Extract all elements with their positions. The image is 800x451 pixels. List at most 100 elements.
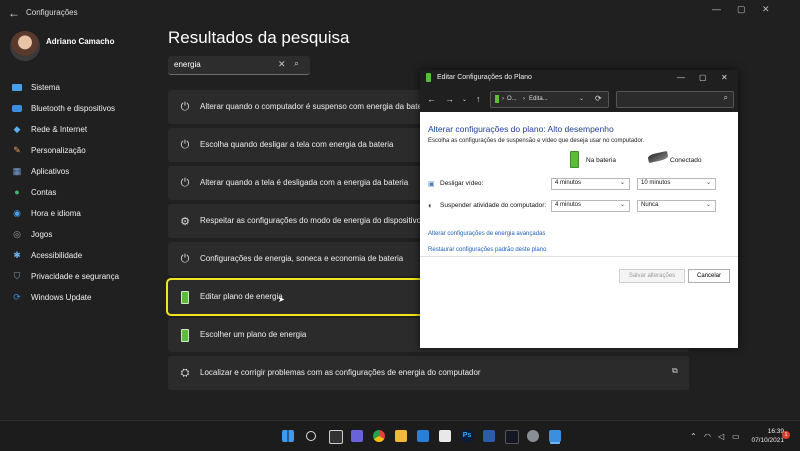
- address-separator-icon: ›: [502, 96, 504, 102]
- row-label: Suspender atividade do computador:: [440, 202, 547, 209]
- volume-icon[interactable]: ◁: [718, 432, 724, 441]
- sidebar-item-personalizacao[interactable]: ✎ Personalização: [12, 142, 162, 158]
- search-icon[interactable]: ⌕: [294, 58, 299, 69]
- remote-desktop-icon[interactable]: [549, 430, 561, 442]
- user-name: Adriano Camacho: [46, 37, 115, 46]
- up-arrow-icon[interactable]: ↑: [476, 94, 481, 104]
- power-icon: ⏻: [180, 138, 190, 151]
- address-segment[interactable]: O...: [507, 96, 517, 102]
- minimize-icon[interactable]: —: [712, 4, 721, 14]
- sidebar-item-windows-update[interactable]: ⟳ Windows Update: [12, 289, 162, 305]
- sidebar-item-hora[interactable]: ◉ Hora e idioma: [12, 205, 162, 221]
- windows-start-icon[interactable]: [282, 430, 294, 442]
- moon-icon: ◐: [428, 201, 433, 210]
- word-icon[interactable]: [483, 430, 495, 442]
- chevron-down-icon: ⌄: [619, 202, 625, 208]
- maximize-icon[interactable]: ▢: [699, 73, 707, 82]
- plan-heading: Alterar configurações do plano: Alto des…: [428, 124, 614, 134]
- chevron-down-icon: ⌄: [705, 180, 711, 186]
- row-label: Desligar vídeo:: [440, 180, 484, 187]
- app-title: Configurações: [26, 8, 78, 17]
- display-plugged-select[interactable]: 10 minutos ⌄: [637, 178, 716, 190]
- maximize-icon[interactable]: ▢: [737, 4, 746, 15]
- device-settings-icon: ⚙: [180, 215, 190, 228]
- sidebar-item-bluetooth[interactable]: Bluetooth e dispositivos: [12, 100, 162, 116]
- sidebar-item-rede[interactable]: ◆ Rede & Internet: [12, 121, 162, 137]
- sidebar-item-jogos[interactable]: ◎ Jogos: [12, 226, 162, 242]
- chevron-down-icon[interactable]: ⌄: [579, 95, 584, 102]
- dialog-title: Editar Configurações do Plano: [437, 74, 532, 81]
- chevron-up-icon[interactable]: ⌃: [690, 432, 697, 441]
- battery-icon: [178, 290, 192, 304]
- battery-icon: [495, 95, 499, 103]
- dialog-search-input[interactable]: ⌕: [616, 91, 734, 108]
- search-icon[interactable]: [306, 431, 316, 441]
- shield-icon: ⛉: [13, 270, 21, 281]
- wifi-icon[interactable]: ◠: [704, 432, 711, 441]
- apps-icon: ▦: [12, 165, 22, 176]
- plug-icon: [647, 151, 669, 163]
- close-icon[interactable]: ✕: [721, 73, 728, 82]
- person-icon: ●: [14, 187, 20, 197]
- minimize-icon[interactable]: —: [677, 73, 685, 82]
- time: 16:39: [767, 428, 784, 435]
- troubleshoot-icon: ⛭: [180, 366, 190, 379]
- restore-defaults-link[interactable]: Restaurar configurações padrão deste pla…: [428, 247, 546, 253]
- close-icon[interactable]: ✕: [762, 4, 770, 15]
- sidebar-item-aplicativos[interactable]: ▦ Aplicativos: [12, 163, 162, 179]
- battery-icon: [426, 73, 431, 82]
- sleep-battery-select[interactable]: 4 minutos ⌄: [551, 200, 630, 212]
- settings-icon[interactable]: [527, 430, 539, 442]
- clock[interactable]: 16:39 07/10/2021: [751, 427, 784, 445]
- power-icon: ⏻: [180, 100, 190, 113]
- refresh-icon[interactable]: ⟳: [595, 94, 602, 103]
- plan-subtitle: Escolha as configurações de suspensão e …: [428, 138, 645, 144]
- power-icon: ⏻: [180, 176, 190, 189]
- calendar-icon[interactable]: [439, 430, 451, 442]
- dialog-nav-bar: ← → ⌄ ↑ › O... › Edita... ⌄ ⟳ ⌕: [420, 86, 738, 112]
- back-arrow-icon[interactable]: ←: [427, 94, 436, 104]
- cancel-button[interactable]: Cancelar: [688, 269, 730, 283]
- task-view-icon[interactable]: [329, 430, 343, 444]
- taskbar: Ps ⌃ ◠ ◁ ▭ 16:39 07/10/2021 1: [0, 420, 800, 451]
- chevron-down-icon[interactable]: ⌄: [462, 96, 467, 103]
- forward-arrow-icon[interactable]: →: [445, 94, 454, 104]
- search-icon[interactable]: ⌕: [724, 93, 728, 103]
- file-explorer-icon[interactable]: [395, 430, 407, 442]
- teams-icon[interactable]: [351, 430, 363, 442]
- search-input[interactable]: energia ✕ ⌕: [168, 56, 310, 75]
- avatar[interactable]: [10, 31, 40, 61]
- address-bar[interactable]: › O... › Edita... ⌄ ⟳: [490, 91, 609, 108]
- sidebar-item-acessibilidade[interactable]: ✱ Acessibilidade: [12, 247, 162, 263]
- address-segment[interactable]: Edita...: [529, 96, 548, 102]
- edit-plan-dialog: Editar Configurações do Plano — ▢ ✕ ← → …: [420, 70, 738, 348]
- globe-clock-icon: ◉: [13, 207, 21, 218]
- sidebar-item-privacidade[interactable]: ⛉ Privacidade e segurança: [12, 268, 162, 284]
- battery-icon: [178, 328, 192, 342]
- advanced-settings-link[interactable]: Alterar configurações de energia avançad…: [428, 231, 545, 237]
- bluetooth-icon: [12, 104, 22, 112]
- sidebar-item-sistema[interactable]: Sistema: [12, 79, 162, 95]
- tradingview-icon[interactable]: [505, 430, 519, 444]
- chevron-down-icon: ⌄: [619, 180, 625, 186]
- back-arrow-icon[interactable]: ←: [8, 6, 20, 20]
- external-link-icon[interactable]: ⧉: [672, 366, 678, 376]
- brush-icon: ✎: [13, 144, 21, 155]
- save-button[interactable]: Salvar alterações: [619, 269, 685, 283]
- date: 07/10/2021: [751, 437, 784, 444]
- display-battery-select[interactable]: 4 minutos ⌄: [551, 178, 630, 190]
- chrome-icon[interactable]: [373, 430, 385, 442]
- clear-icon[interactable]: ✕: [278, 59, 286, 70]
- sleep-plugged-select[interactable]: Nunca ⌄: [637, 200, 716, 212]
- photoshop-icon[interactable]: Ps: [461, 430, 473, 442]
- gamepad-icon: ◎: [13, 228, 21, 239]
- title-bar: ← Configurações — ▢ ✕: [0, 0, 800, 26]
- mail-icon[interactable]: [417, 430, 429, 442]
- wifi-icon: ◆: [13, 123, 21, 134]
- battery-icon[interactable]: ▭: [732, 432, 740, 441]
- update-icon: ⟳: [13, 291, 21, 302]
- result-item[interactable]: ⛭ Localizar e corrigir problemas com as c…: [168, 356, 689, 390]
- sidebar-item-contas[interactable]: ● Contas: [12, 184, 162, 200]
- search-query: energia: [174, 60, 201, 69]
- notification-badge[interactable]: 1: [782, 431, 790, 439]
